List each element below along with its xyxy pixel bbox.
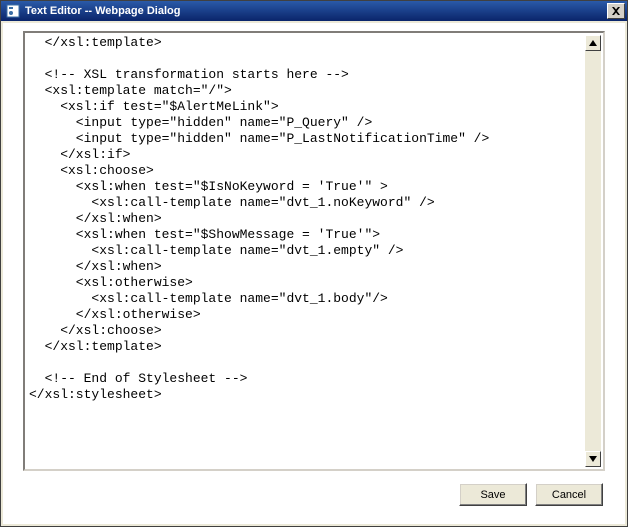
save-button[interactable]: Save bbox=[459, 483, 527, 506]
editor-area: </xsl:template> <!-- XSL transformation … bbox=[23, 31, 605, 471]
scroll-up-button[interactable] bbox=[585, 35, 601, 51]
code-editor[interactable]: </xsl:template> <!-- XSL transformation … bbox=[23, 31, 605, 471]
chevron-up-icon bbox=[589, 40, 597, 46]
close-button[interactable] bbox=[607, 3, 625, 19]
close-icon bbox=[611, 7, 621, 15]
chevron-down-icon bbox=[589, 456, 597, 462]
scroll-down-button[interactable] bbox=[585, 451, 601, 467]
cancel-button[interactable]: Cancel bbox=[535, 483, 603, 506]
titlebar: Text Editor -- Webpage Dialog bbox=[1, 1, 627, 21]
button-row: Save Cancel bbox=[3, 477, 625, 524]
scroll-track[interactable] bbox=[585, 51, 601, 451]
code-content[interactable]: </xsl:template> <!-- XSL transformation … bbox=[25, 33, 603, 405]
window-title: Text Editor -- Webpage Dialog bbox=[25, 5, 607, 17]
dialog-window: Text Editor -- Webpage Dialog </xsl:temp… bbox=[0, 0, 628, 527]
content-panel: </xsl:template> <!-- XSL transformation … bbox=[3, 23, 625, 524]
app-icon bbox=[5, 3, 21, 19]
vertical-scrollbar[interactable] bbox=[585, 35, 601, 467]
